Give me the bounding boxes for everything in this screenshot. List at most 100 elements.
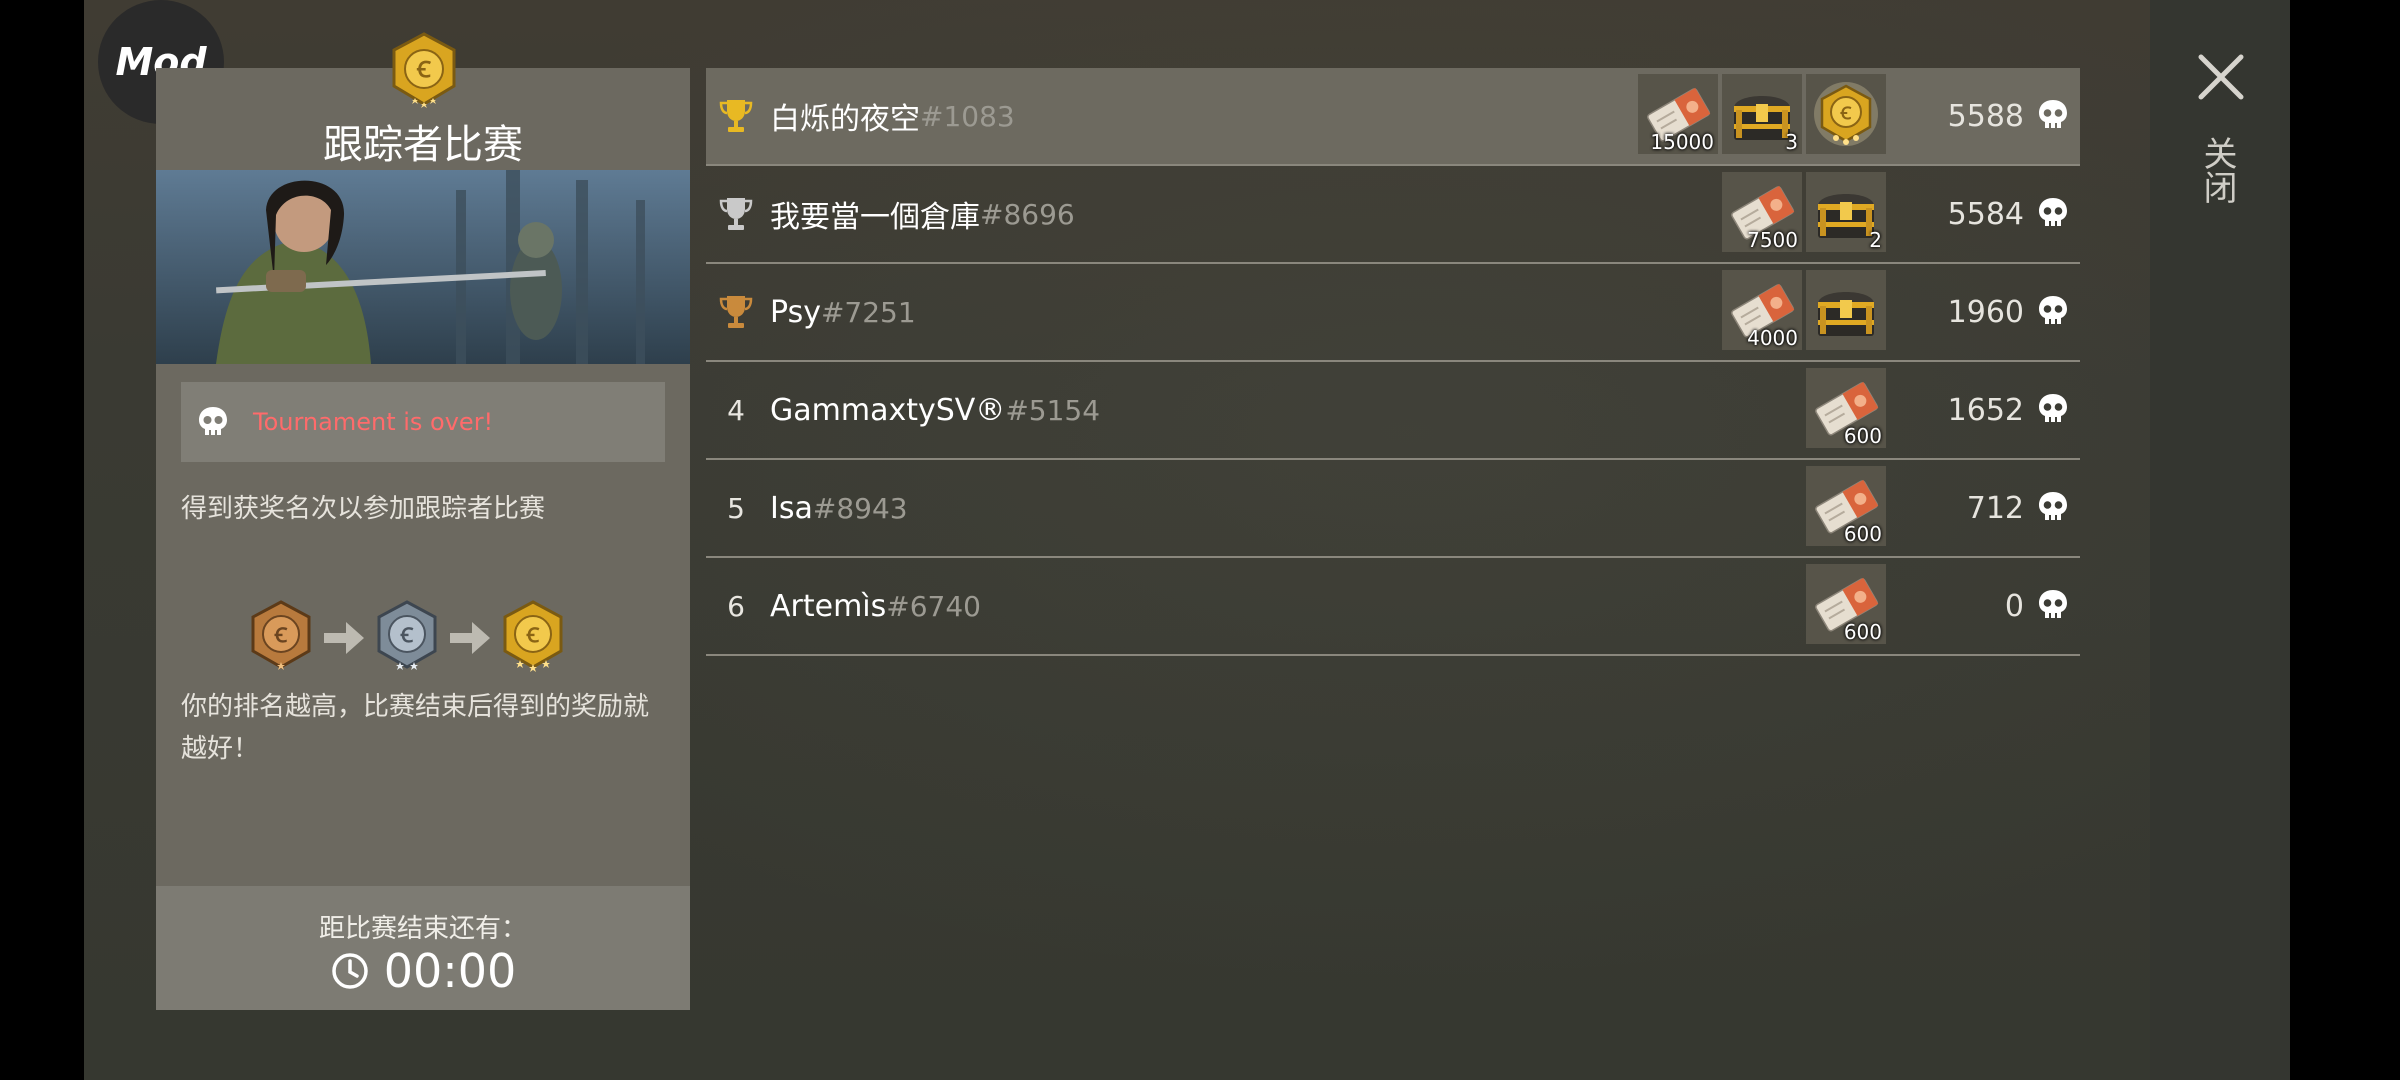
tournament-info-panel: Ꞓ 跟踪者比赛 Tournament is over! 得到获奖名次以参加跟踪者…: [156, 32, 690, 1010]
reward-item[interactable]: [1806, 270, 1886, 350]
leaderboard-row[interactable]: Psy #7251 4000 1960: [706, 264, 2080, 362]
player-score: 1652: [1947, 392, 2024, 428]
player-name-text: 我要當一個倉庫: [770, 200, 980, 235]
skull-icon: [2039, 100, 2067, 128]
player-name-text: Artemìs: [770, 588, 887, 624]
player-tag: #7251: [820, 295, 916, 329]
clock-icon: [331, 953, 368, 989]
player-name[interactable]: 我要當一個倉庫 #8696: [770, 166, 1075, 262]
reward-item[interactable]: Ꞓ: [1806, 74, 1886, 154]
bronze-trophy-icon: [719, 296, 753, 328]
player-name-text: 白烁的夜空: [770, 102, 920, 137]
player-tag: #6740: [886, 589, 981, 623]
leaderboard-row[interactable]: 我要當一個倉庫 #8696 7500 2 5584: [706, 166, 2080, 264]
rank-indicator: 6: [716, 558, 756, 654]
player-tag: #8943: [812, 491, 908, 525]
status-box: Tournament is over!: [181, 382, 665, 462]
rank-indicator: 4: [716, 362, 756, 458]
rank-number: 4: [727, 393, 745, 427]
reward-count: 2: [1869, 228, 1882, 252]
tournament-title: 跟踪者比赛: [323, 122, 523, 168]
skull-icon: [2039, 590, 2067, 618]
bronze-medal-icon: Ꞓ: [251, 600, 311, 670]
reward-count: 600: [1843, 522, 1882, 546]
silver-medal-icon: Ꞓ: [377, 600, 437, 670]
player-name[interactable]: Isa #8943: [770, 460, 908, 556]
rank-indicator: [716, 264, 756, 360]
leaderboard-row[interactable]: 5 Isa #8943 600 712: [706, 460, 2080, 558]
silver-trophy-icon: [719, 198, 753, 230]
leaderboard-row[interactable]: 6 Artemìs #6740 600 0: [706, 558, 2080, 656]
reward-item[interactable]: 2: [1806, 172, 1886, 252]
player-name-text: Isa: [770, 490, 813, 526]
reward-item[interactable]: 600: [1806, 466, 1886, 546]
reward-count: 600: [1843, 424, 1882, 448]
rank-number: 5: [727, 491, 745, 525]
rank-indicator: [716, 166, 756, 262]
close-button-label[interactable]: 关闭: [2197, 136, 2242, 204]
reward-list: 600: [1806, 368, 1886, 452]
timer-value: 00:00: [383, 944, 517, 998]
skull-icon: [2039, 394, 2067, 422]
reward-count: 15000: [1650, 130, 1714, 154]
arrow-right-icon: [450, 622, 490, 654]
svg-text:Ꞓ: Ꞓ: [416, 58, 431, 83]
player-score: 1960: [1947, 294, 2024, 330]
gold-medal-icon: Ꞓ: [503, 600, 563, 672]
player-name[interactable]: GammaxtySV® #5154: [770, 362, 1100, 458]
player-name-text: Psy: [770, 294, 821, 330]
medal-progression: Ꞓ Ꞓ Ꞓ: [246, 598, 568, 678]
svg-text:Ꞓ: Ꞓ: [1840, 104, 1852, 124]
gold-medal-icon: Ꞓ: [1814, 82, 1878, 146]
timer-label: 距比赛结束还有：: [318, 914, 527, 944]
reward-list: 600: [1806, 564, 1886, 648]
reward-list: 600: [1806, 466, 1886, 550]
skull-icon: [2039, 492, 2067, 520]
hero-image: [156, 170, 690, 364]
player-name[interactable]: Artemìs #6740: [770, 558, 981, 654]
svg-text:Ꞓ: Ꞓ: [274, 623, 288, 647]
player-score: 5584: [1947, 196, 2024, 232]
reward-item[interactable]: 3: [1722, 74, 1802, 154]
panel-header: Ꞓ 跟踪者比赛: [156, 32, 690, 170]
tournament-status-text: Tournament is over!: [253, 408, 494, 436]
skull-icon: [2039, 198, 2067, 226]
svg-text:Ꞓ: Ꞓ: [526, 623, 540, 647]
reward-count: 600: [1843, 620, 1882, 644]
reward-count: 7500: [1747, 228, 1798, 252]
player-score: 0: [2004, 588, 2024, 624]
player-name[interactable]: Psy #7251: [770, 264, 916, 360]
rank-indicator: 5: [716, 460, 756, 556]
reward-item[interactable]: 15000: [1638, 74, 1718, 154]
reward-count: 3: [1785, 130, 1798, 154]
timer-display: 00:00: [156, 944, 690, 998]
player-score: 712: [1966, 490, 2024, 526]
gold-medal-icon: Ꞓ: [392, 32, 456, 108]
skull-icon: [2039, 296, 2067, 324]
leaderboard-row[interactable]: 4 GammaxtySV® #5154 600 1652: [706, 362, 2080, 460]
player-tag: #8696: [980, 197, 1075, 231]
player-score: 5588: [1947, 98, 2024, 134]
reward-explanation-text: 你的排名越高，比赛结束后得到的奖励就越好！: [181, 692, 650, 764]
svg-text:Ꞓ: Ꞓ: [400, 623, 414, 647]
reward-count: 4000: [1747, 326, 1798, 350]
player-tag: #1083: [920, 99, 1015, 133]
reward-item[interactable]: 600: [1806, 368, 1886, 448]
player-name[interactable]: 白烁的夜空 #1083: [770, 68, 1015, 164]
rank-indicator: [716, 68, 756, 164]
leaderboard-row[interactable]: 白烁的夜空 #1083 15000 3 Ꞓ 5588: [706, 68, 2080, 166]
reward-list: 15000 3 Ꞓ: [1638, 74, 1886, 158]
leaderboard: 白烁的夜空 #1083 15000 3 Ꞓ 5588 我要當一個倉庫 #8696 7500 2 55…: [706, 68, 2080, 656]
player-tag: #5154: [1005, 393, 1101, 427]
skull-icon: [199, 407, 227, 435]
close-icon[interactable]: [2196, 52, 2246, 102]
reward-item[interactable]: 600: [1806, 564, 1886, 644]
reward-list: 7500 2: [1722, 172, 1886, 256]
arrow-right-icon: [324, 622, 364, 654]
rank-number: 6: [727, 589, 745, 623]
gold-trophy-icon: [719, 100, 753, 132]
reward-list: 4000: [1722, 270, 1886, 354]
reward-item[interactable]: 4000: [1722, 270, 1802, 350]
join-instruction-text: 得到获奖名次以参加跟踪者比赛: [181, 494, 546, 524]
reward-item[interactable]: 7500: [1722, 172, 1802, 252]
